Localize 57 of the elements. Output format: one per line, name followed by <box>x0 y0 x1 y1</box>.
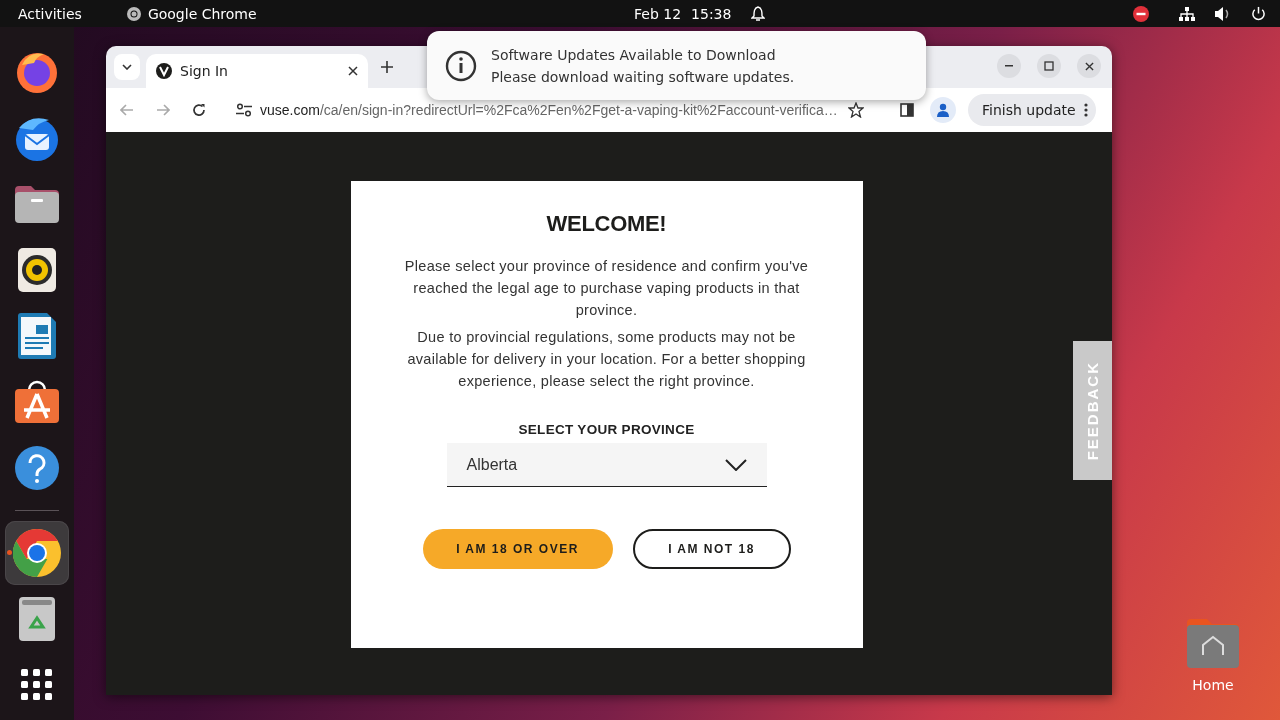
star-icon[interactable] <box>848 102 864 118</box>
notification-title: Software Updates Available to Download <box>491 46 777 63</box>
forward-arrow-icon <box>156 103 170 117</box>
tab-title: Sign In <box>180 63 229 79</box>
volume-icon[interactable] <box>1215 6 1231 21</box>
home-folder-icon[interactable] <box>1185 617 1241 669</box>
person-icon <box>936 103 950 117</box>
document-icon <box>18 313 56 359</box>
more-icon <box>1083 103 1088 117</box>
side-panel-icon <box>900 103 914 117</box>
site-logo-icon <box>156 63 172 79</box>
date[interactable]: Feb 12 <box>634 5 682 22</box>
finish-update-button[interactable]: Finish update <box>968 94 1096 126</box>
browser-tab[interactable]: Sign In <box>146 54 368 88</box>
app-menu[interactable]: Google Chrome <box>147 5 257 22</box>
back-arrow-icon <box>120 103 134 117</box>
trash-icon <box>19 597 55 641</box>
chevron-down-icon <box>724 458 747 471</box>
close-icon <box>1084 61 1094 71</box>
dialog-title: WELCOME! <box>546 211 667 237</box>
dialog-text: Due to provincial regulations, some products may not be available for delivery in your location. For a better shopping experience, please select the right province. <box>406 328 807 391</box>
chrome-icon <box>13 529 61 577</box>
clock[interactable]: 15:38 <box>691 5 732 22</box>
help-icon <box>15 446 59 490</box>
decline-age-button[interactable]: I AM NOT 18 <box>632 529 791 569</box>
home-label: Home <box>1192 677 1234 693</box>
plus-icon <box>381 61 393 73</box>
site-settings-icon <box>236 103 252 117</box>
profile-button[interactable] <box>930 97 956 123</box>
folder-icon <box>14 184 60 224</box>
bell-icon <box>751 5 766 22</box>
app-grid-icon <box>21 669 53 701</box>
tab-search-button[interactable] <box>114 54 140 80</box>
do-not-disturb-icon[interactable] <box>1133 5 1149 22</box>
activities-button[interactable]: Activities <box>18 5 82 22</box>
minimize-icon <box>1005 65 1013 67</box>
reload-icon <box>192 103 206 117</box>
close-icon[interactable] <box>348 66 358 76</box>
info-icon <box>445 49 477 82</box>
province-label: SELECT YOUR PROVINCE <box>518 422 695 437</box>
url-text: vuse.com/ca/en/sign-in?redirectUrl=%2Fca%2Fen%2Fget-a-vaping-kit%2Faccount-verifica… <box>260 102 839 118</box>
confirm-age-button[interactable]: I AM 18 OR OVER <box>422 529 613 569</box>
dialog-text: Please select your province of residence and confirm you've reached the legal age to purchase vaping products in that province. <box>403 257 810 320</box>
maximize-icon <box>1044 61 1054 71</box>
notification-body: Please download waiting software updates. <box>491 68 795 85</box>
maximize-button[interactable] <box>1037 54 1061 78</box>
province-select[interactable]: Alberta <box>446 443 767 487</box>
chrome-icon <box>125 5 142 22</box>
speaker-icon <box>18 248 56 292</box>
dock-item[interactable] <box>5 521 69 585</box>
network-icon[interactable] <box>1179 6 1195 21</box>
close-button[interactable] <box>1077 54 1101 78</box>
minimize-button[interactable] <box>997 54 1021 78</box>
notification-popup[interactable]: Software Updates Available to Download Please download waiting software updates. <box>427 31 926 100</box>
chevron-down-icon <box>122 64 132 70</box>
power-icon[interactable] <box>1251 6 1266 21</box>
shopping-bag-icon <box>14 380 60 424</box>
